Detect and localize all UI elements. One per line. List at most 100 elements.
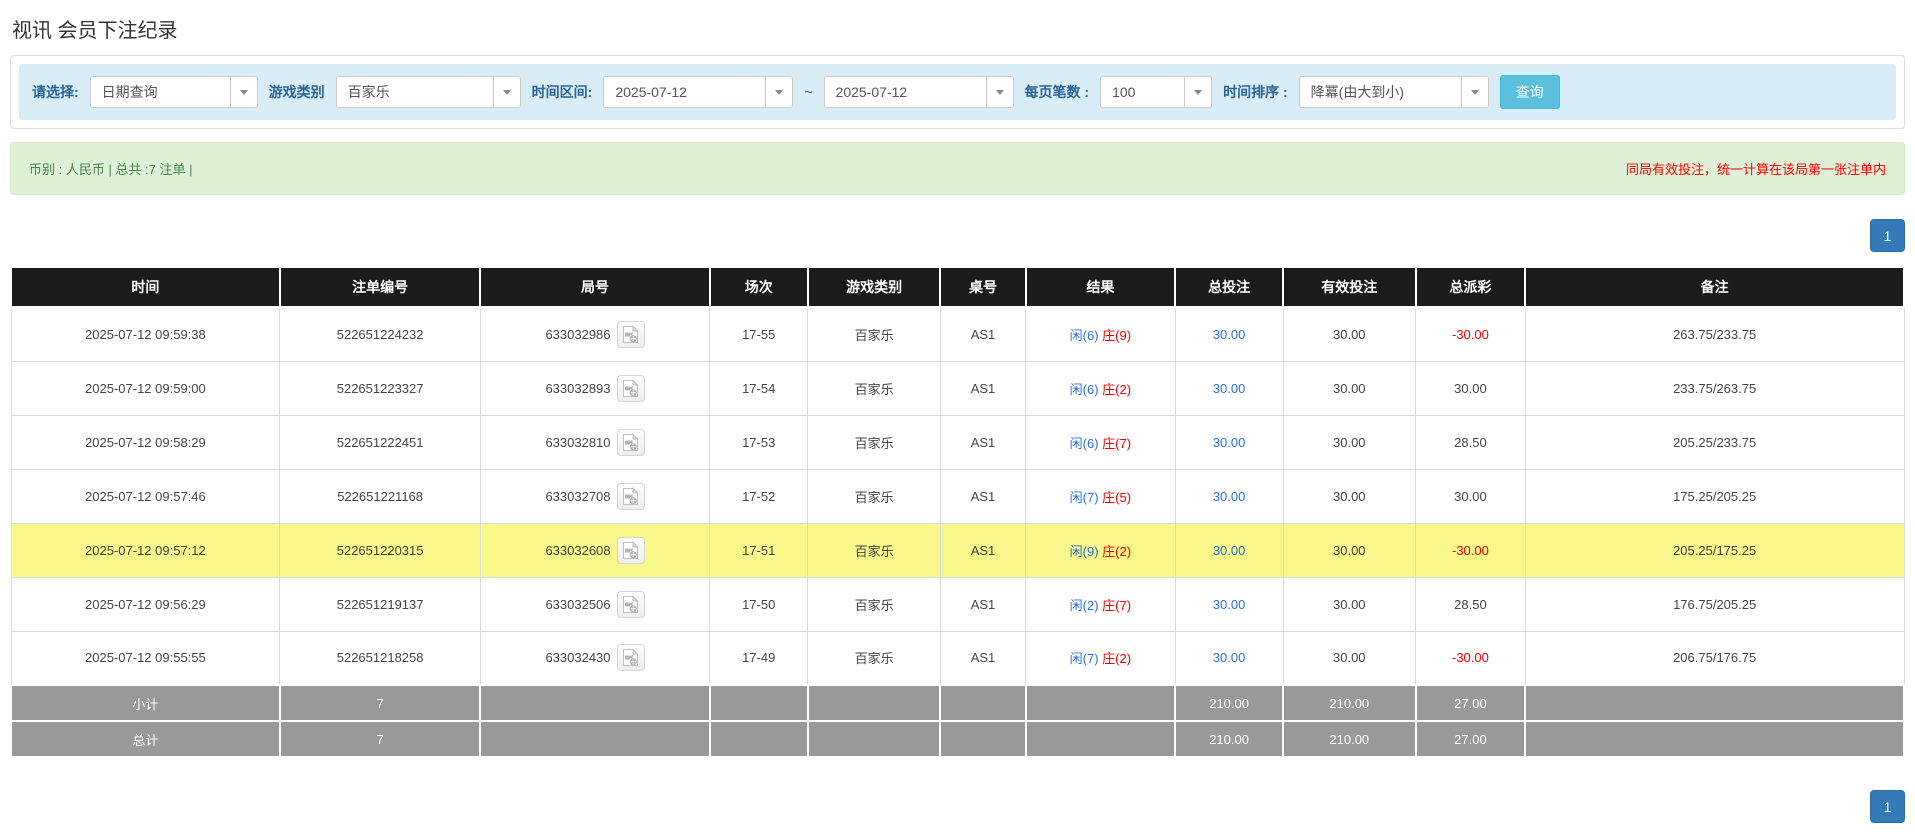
payout-value: -30.00 [1451, 650, 1489, 666]
cell-game-type: 百家乐 [807, 630, 941, 686]
cell-total-bet: 30.00 [1174, 306, 1284, 362]
video-replay-button[interactable] [616, 428, 645, 456]
cell-valid-bet: 30.00 [1282, 576, 1417, 632]
records-table: 时间 注单编号 局号 场次 游戏类别 桌号 结果 总投注 有效投注 总派彩 备注 2025-07-1… [10, 266, 1905, 758]
total-bet-link[interactable]: 30.00 [1213, 650, 1246, 665]
game-type-label: 游戏类别 [268, 84, 325, 100]
total-bet-link[interactable]: 30.00 [1213, 435, 1246, 450]
cell-valid-bet: 30.00 [1282, 630, 1417, 686]
cell-time: 2025-07-12 09:57:12 [10, 522, 281, 578]
cell-round-id: 633032708 [479, 468, 711, 524]
banker-result: 庄(5) [1102, 489, 1132, 505]
cell-game-type: 百家乐 [807, 414, 941, 470]
video-replay-button[interactable] [616, 590, 645, 618]
payout-value: -30.00 [1451, 542, 1489, 558]
video-replay-button[interactable] [616, 482, 645, 510]
filter-panel: 请选择: 日期查询 游戏类别 百家乐 时间区间: 2025-07-12 ~ 20… [10, 55, 1905, 129]
cell-session: 17-49 [708, 630, 809, 686]
table-row: 2025-07-12 09:58:29 522651222451 633032810… [10, 414, 1905, 470]
cell-session: 17-52 [708, 468, 809, 524]
cell-bet-id: 522651224232 [279, 306, 481, 362]
summary-valid-bet: 210.00 [1282, 684, 1417, 722]
cell-time: 2025-07-12 09:56:29 [10, 576, 281, 632]
summary-count: 7 [278, 684, 482, 722]
summary-valid-bet: 210.00 [1282, 720, 1417, 758]
column-header: 结果 [1024, 266, 1177, 308]
cell-bet-id: 522651218258 [279, 630, 481, 686]
player-result: 闲(6) [1069, 381, 1099, 397]
column-header: 桌号 [939, 266, 1027, 308]
player-result: 闲(6) [1069, 435, 1099, 451]
cell-remark: 263.75/233.75 [1524, 306, 1905, 362]
video-replay-button[interactable] [616, 374, 645, 402]
cell-table-no: AS1 [939, 414, 1027, 470]
page-1-button[interactable]: 1 [1870, 790, 1905, 823]
search-button[interactable]: 查询 [1499, 75, 1560, 109]
filter-bar: 请选择: 日期查询 游戏类别 百家乐 时间区间: 2025-07-12 ~ 20… [19, 64, 1896, 120]
cell-remark: 233.75/263.75 [1524, 360, 1905, 416]
column-header: 局号 [479, 266, 711, 308]
summary-label: 总计 [10, 720, 281, 758]
video-replay-button[interactable] [616, 644, 645, 672]
cell-valid-bet: 30.00 [1282, 468, 1417, 524]
cell-total-bet: 30.00 [1174, 522, 1284, 578]
player-result: 闲(6) [1069, 327, 1099, 343]
date-from-value: 2025-07-12 [615, 84, 687, 100]
cell-result: 闲(6) 庄(9) [1025, 306, 1176, 362]
page-size-select[interactable]: 100 [1100, 76, 1213, 108]
total-bet-link[interactable]: 30.00 [1213, 543, 1246, 558]
cell-bet-id: 522651223327 [279, 360, 481, 416]
game-type-select[interactable]: 百家乐 [335, 76, 521, 108]
table-row: 2025-07-12 09:59:00 522651223327 633032893… [10, 360, 1905, 416]
cell-result: 闲(6) 庄(7) [1025, 414, 1176, 470]
payout-value: -30.00 [1451, 326, 1489, 342]
time-range-label: 时间区间: [531, 84, 593, 100]
date-from-select[interactable]: 2025-07-12 [603, 76, 794, 108]
chevron-down-icon [229, 77, 257, 107]
summary-row: 小计 7 210.00 210.00 27.00 [10, 684, 1905, 722]
total-bet-link[interactable]: 30.00 [1213, 489, 1246, 504]
table-row: 2025-07-12 09:57:46 522651221168 633032708… [10, 468, 1905, 524]
cell-round-id: 633032810 [479, 414, 711, 470]
sort-select[interactable]: 降冪(由大到小) [1298, 76, 1489, 108]
page-1-button[interactable]: 1 [1870, 219, 1905, 252]
cell-table-no: AS1 [939, 360, 1027, 416]
column-header: 时间 [10, 266, 281, 308]
banker-result: 庄(2) [1102, 543, 1132, 559]
cell-session: 17-54 [708, 360, 809, 416]
banker-result: 庄(7) [1102, 435, 1132, 451]
payout-value: 28.50 [1454, 434, 1487, 450]
cell-total-bet: 30.00 [1174, 576, 1284, 632]
query-type-select[interactable]: 日期查询 [89, 76, 258, 108]
table-header-row: 时间 注单编号 局号 场次 游戏类别 桌号 结果 总投注 有效投注 总派彩 备注 [10, 266, 1905, 308]
cell-bet-id: 522651220315 [279, 522, 481, 578]
video-replay-button[interactable] [616, 320, 645, 348]
cell-bet-id: 522651221168 [279, 468, 481, 524]
video-document-icon [623, 648, 639, 667]
chevron-down-icon [1184, 77, 1211, 107]
payout-value: 30.00 [1454, 380, 1487, 396]
total-bet-link[interactable]: 30.00 [1213, 381, 1246, 396]
page-size-label: 每页笔数 : [1024, 84, 1090, 100]
banker-result: 庄(2) [1102, 381, 1132, 397]
round-number: 633032506 [545, 596, 611, 612]
summary-table-no [939, 684, 1027, 722]
table-row: 2025-07-12 09:59:38 522651224232 633032986… [10, 306, 1905, 362]
cell-total-bet: 30.00 [1174, 630, 1284, 686]
total-bet-link[interactable]: 30.00 [1213, 597, 1246, 612]
summary-total-bet: 210.00 [1174, 720, 1285, 758]
cell-result: 闲(7) 庄(5) [1025, 468, 1176, 524]
summary-table-no [939, 720, 1027, 758]
player-result: 闲(7) [1069, 651, 1099, 667]
player-result: 闲(9) [1069, 543, 1099, 559]
page-title: 视讯 会员下注纪录 [12, 20, 178, 42]
cell-result: 闲(9) 庄(2) [1025, 522, 1176, 578]
total-bet-link[interactable]: 30.00 [1213, 327, 1246, 342]
date-to-select[interactable]: 2025-07-12 [823, 76, 1014, 108]
column-header: 备注 [1524, 266, 1905, 308]
video-replay-button[interactable] [616, 536, 645, 564]
table-row: 2025-07-12 09:55:55 522651218258 633032430… [10, 630, 1905, 686]
payout-value: 28.50 [1454, 596, 1487, 612]
column-header: 场次 [708, 266, 809, 308]
query-type-label: 请选择: [32, 84, 79, 100]
